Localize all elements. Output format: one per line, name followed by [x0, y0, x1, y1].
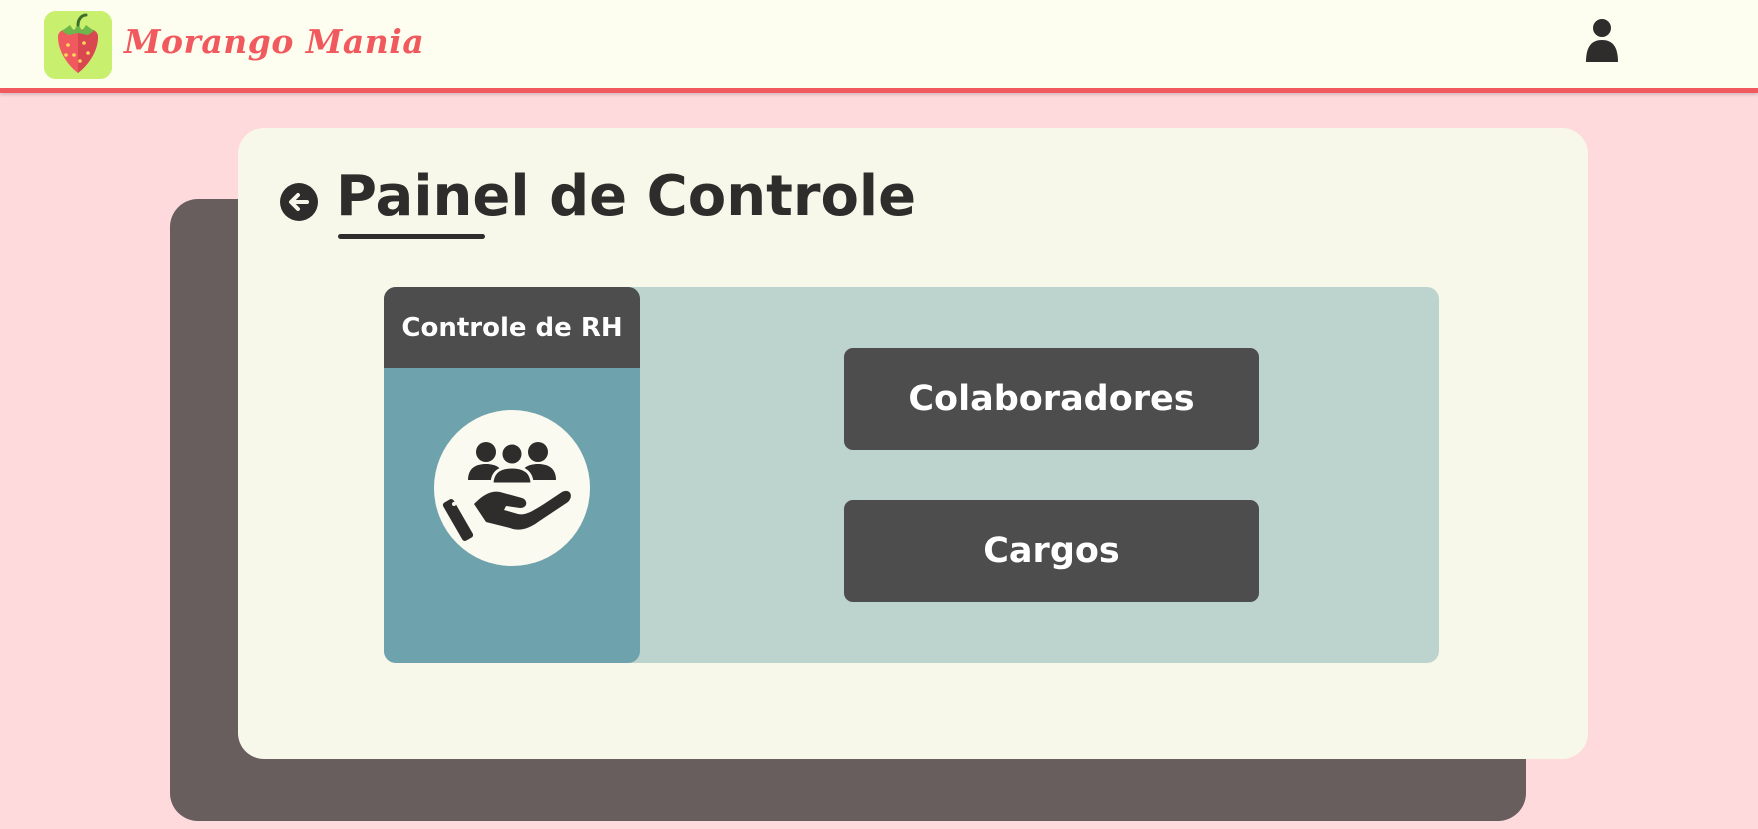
- back-button[interactable]: [280, 183, 318, 221]
- colaboradores-button[interactable]: Colaboradores: [844, 348, 1259, 450]
- cargos-button[interactable]: Cargos: [844, 500, 1259, 602]
- hr-card-title: Controle de RH: [384, 287, 640, 368]
- user-icon[interactable]: [1580, 16, 1624, 64]
- brand-name: Morango Mania: [124, 22, 425, 61]
- title-underline: [338, 234, 485, 239]
- page-title: Painel de Controle: [336, 164, 917, 229]
- hr-card: Controle de RH: [384, 287, 640, 663]
- team-care-hand-icon: [434, 410, 590, 566]
- arrow-left-circle-icon: [280, 183, 318, 221]
- strawberry-icon[interactable]: [44, 11, 112, 79]
- top-bar: Morango Mania: [0, 0, 1758, 93]
